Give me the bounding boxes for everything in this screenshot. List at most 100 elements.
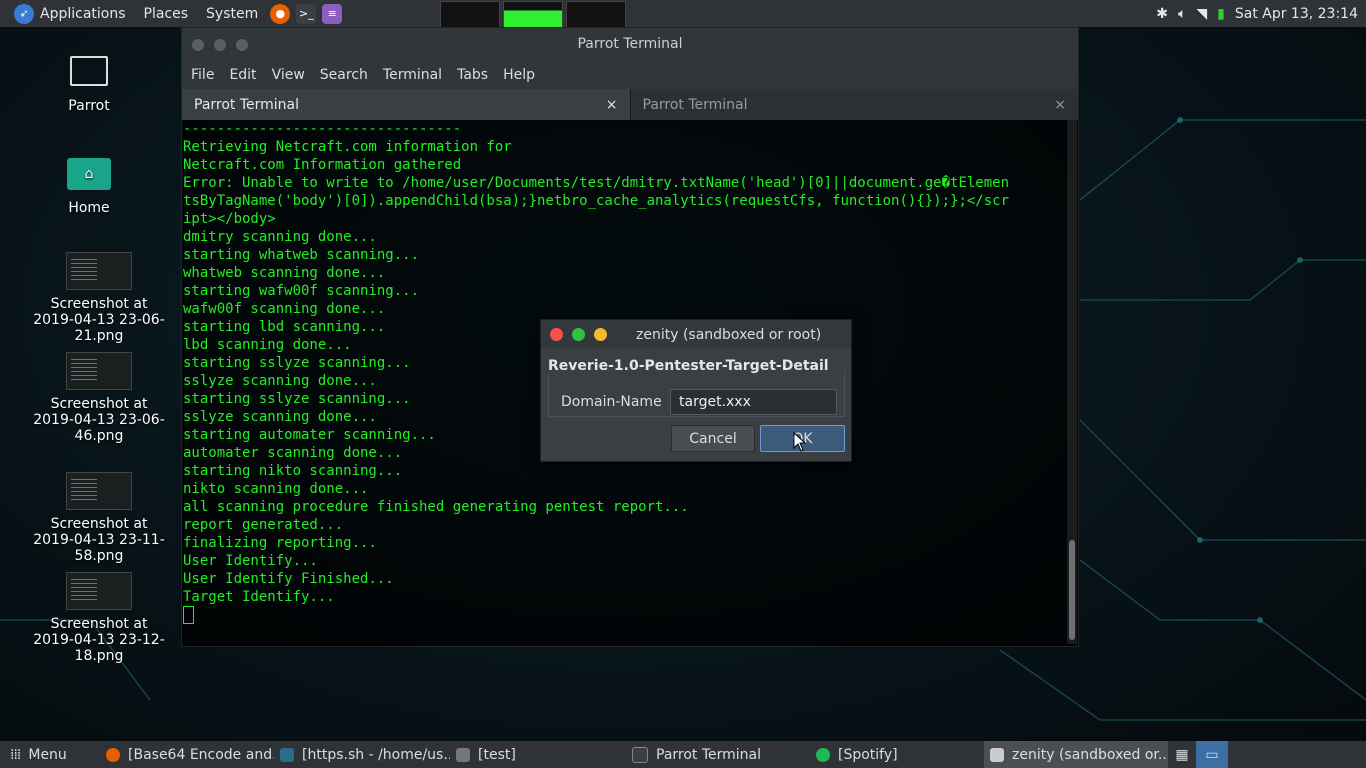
network-graph <box>566 0 627 28</box>
tab-parrot-terminal-2[interactable]: Parrot Terminal × <box>629 89 1078 120</box>
task-label: [test] <box>478 746 516 763</box>
terminal-line: report generated... <box>183 517 344 533</box>
dialog-heading: Reverie-1.0-Pentester-Target-Detail <box>548 358 833 374</box>
task-https-sh[interactable]: [https.sh - /home/us... <box>274 741 450 768</box>
terminal-line: nikto scanning done... <box>183 481 369 497</box>
clock[interactable]: Sat Apr 13, 23:14 <box>1235 6 1358 22</box>
terminal-title: Parrot Terminal <box>577 36 683 52</box>
minimize-dialog-icon[interactable] <box>594 327 607 341</box>
desktop-icon-label: Screenshot at 2019-04-13 23-11-58.png <box>33 516 165 564</box>
terminal-line: all scanning procedure finished generati… <box>183 499 689 515</box>
task-parrot-terminal[interactable]: Parrot Terminal <box>626 741 810 768</box>
terminal-cursor <box>183 606 194 624</box>
terminal-line: dmitry scanning done... <box>183 229 377 245</box>
system-label: System <box>206 5 259 22</box>
close-tab-icon[interactable]: × <box>606 97 618 113</box>
places-menu[interactable]: Places <box>144 6 189 22</box>
close-tab-icon[interactable]: × <box>1054 97 1066 113</box>
terminal-titlebar[interactable]: Parrot Terminal <box>182 28 1078 61</box>
battery-icon[interactable]: ▮ <box>1217 6 1225 22</box>
system-menu[interactable]: System <box>206 6 258 22</box>
mouse-pointer-icon <box>793 432 807 452</box>
top-panel: ➶ Applications Places System ● >_ ≡ ✱ 🔈︎… <box>0 0 1366 28</box>
memory-graph <box>503 0 564 28</box>
dialog-title: zenity (sandboxed or root) <box>636 327 822 343</box>
menu-terminal[interactable]: Terminal <box>383 67 442 83</box>
terminal-line: User Identify... <box>183 553 318 569</box>
parrot-logo-icon: ➶ <box>14 3 34 24</box>
bottom-taskbar: ⁞⁞⁞ Menu [Base64 Encode and... [https.sh… <box>0 741 1366 768</box>
grid-menu-icon: ⁞⁞⁞ <box>10 746 21 763</box>
image-thumbnail-icon <box>66 352 132 390</box>
scrollbar-thumb[interactable] <box>1069 540 1075 640</box>
desktop-icon-label: Screenshot at 2019-04-13 23-06-46.png <box>33 396 165 444</box>
wifi-icon[interactable]: ◥ <box>1196 6 1207 22</box>
task-label: Parrot Terminal <box>656 746 762 763</box>
desktop-icon-parrot[interactable]: Parrot <box>19 56 159 114</box>
cancel-button[interactable]: Cancel <box>671 425 755 452</box>
text-editor-icon[interactable]: ≡ <box>322 3 343 24</box>
terminal-launcher-icon[interactable]: >_ <box>296 3 317 24</box>
terminal-line: ipt></body> <box>183 211 276 227</box>
menu-help[interactable]: Help <box>503 67 535 83</box>
desktop-icon-screenshot[interactable]: Screenshot at 2019-04-13 23-06-46.png <box>29 352 169 444</box>
terminal-scrollbar[interactable] <box>1067 120 1077 644</box>
image-thumbnail-icon <box>66 252 132 290</box>
task-label: [https.sh - /home/us... <box>302 746 450 763</box>
volume-icon[interactable]: 🔈︎ <box>1178 6 1186 22</box>
terminal-line: Retrieving Netcraft.com information for <box>183 139 512 155</box>
terminal-line: starting nikto scanning... <box>183 463 403 479</box>
maximize-dialog-icon[interactable] <box>572 327 585 341</box>
desktop-icon-screenshot[interactable]: Screenshot at 2019-04-13 23-12-18.png <box>29 572 169 664</box>
workspace-icon: ▦ <box>1175 746 1189 763</box>
menu-label: Menu <box>28 746 67 763</box>
desktop-icon-screenshot[interactable]: Screenshot at 2019-04-13 23-06-21.png <box>29 252 169 344</box>
close-dialog-icon[interactable] <box>550 327 563 341</box>
image-thumbnail-icon <box>66 572 132 610</box>
workspace-icon: ▭ <box>1205 746 1219 763</box>
menu-button[interactable]: ⁞⁞⁞ Menu <box>0 741 100 768</box>
domain-name-label: Domain-Name <box>561 394 662 410</box>
terminal-line: Target Identify... <box>183 589 335 605</box>
task-spotify[interactable]: [Spotify] <box>810 741 984 768</box>
terminal-menubar: File Edit View Search Terminal Tabs Help <box>182 61 1078 89</box>
firefox-icon[interactable]: ● <box>270 3 291 24</box>
menu-search[interactable]: Search <box>320 67 368 83</box>
workspace-switcher-2[interactable]: ▭ <box>1196 741 1228 768</box>
task-zenity[interactable]: zenity (sandboxed or... <box>984 741 1168 768</box>
menu-view[interactable]: View <box>272 67 305 83</box>
tab-parrot-terminal-1[interactable]: Parrot Terminal × <box>182 89 630 120</box>
menu-tabs[interactable]: Tabs <box>457 67 488 83</box>
applications-label: Applications <box>40 5 126 22</box>
menu-file[interactable]: File <box>191 67 214 83</box>
terminal-line: User Identify Finished... <box>183 571 394 587</box>
bluetooth-icon[interactable]: ✱ <box>1156 6 1168 22</box>
task-test-folder[interactable]: [test] <box>450 741 626 768</box>
spotify-icon <box>816 747 830 762</box>
image-thumbnail-icon <box>66 472 132 510</box>
terminal-line: Netcraft.com Information gathered <box>183 157 462 173</box>
applications-menu[interactable]: ➶ Applications <box>8 3 126 24</box>
desktop-icon-screenshot[interactable]: Screenshot at 2019-04-13 23-11-58.png <box>29 472 169 564</box>
computer-icon <box>70 56 108 86</box>
terminal-icon <box>632 746 648 763</box>
desktop-icon-label: Screenshot at 2019-04-13 23-12-18.png <box>33 616 165 664</box>
domain-name-input[interactable] <box>670 389 837 415</box>
firefox-icon <box>106 747 120 762</box>
task-base64[interactable]: [Base64 Encode and... <box>100 741 274 768</box>
task-label: zenity (sandboxed or... <box>1012 746 1168 763</box>
places-label: Places <box>143 5 189 22</box>
zenity-dialog[interactable]: zenity (sandboxed or root) Reverie-1.0-P… <box>540 319 852 462</box>
task-label: [Base64 Encode and... <box>128 746 274 763</box>
editor-icon <box>280 747 294 762</box>
menu-edit[interactable]: Edit <box>229 67 256 83</box>
tab-label: Parrot Terminal <box>642 96 748 113</box>
terminal-line: starting wafw00f scanning... <box>183 283 420 299</box>
tab-label: Parrot Terminal <box>194 96 300 113</box>
desktop-icon-home[interactable]: ⌂ Home <box>19 158 159 216</box>
terminal-line: tsByTagName('body')[0]).appendChild(bsa)… <box>183 193 1010 209</box>
workspace-switcher-1[interactable]: ▦ <box>1168 741 1196 768</box>
terminal-line: finalizing reporting... <box>183 535 377 551</box>
dialog-titlebar[interactable]: zenity (sandboxed or root) <box>541 320 851 348</box>
terminal-line: Error: Unable to write to /home/user/Doc… <box>183 175 1010 191</box>
